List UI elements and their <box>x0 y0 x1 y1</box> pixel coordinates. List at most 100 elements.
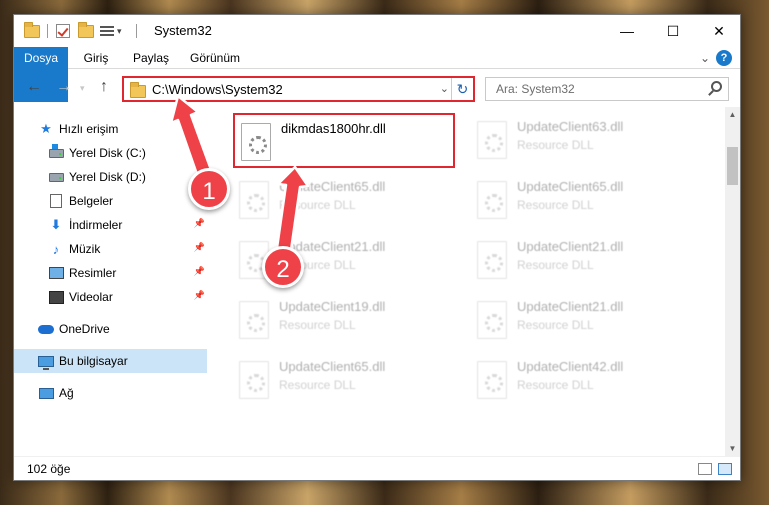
sidebar-item-label: Hızlı erişim <box>59 122 119 136</box>
dll-file-icon <box>477 361 507 399</box>
title-bar: ▾ System32 — ☐ ✕ <box>14 15 740 47</box>
music-icon: ♪ <box>52 241 60 257</box>
sidebar-item-label: Ağ <box>59 386 74 400</box>
refresh-icon[interactable]: ↻ <box>451 78 473 100</box>
scroll-up-icon[interactable]: ▲ <box>725 107 740 122</box>
file-item[interactable]: UpdateClient21.dll Resource DLL <box>471 293 693 348</box>
vertical-scrollbar[interactable]: ▲ ▼ <box>725 107 740 456</box>
forward-arrow-icon[interactable]: → <box>56 78 72 96</box>
sidebar-item-label: Yerel Disk (C:) <box>69 146 146 160</box>
details-view-icon[interactable] <box>698 463 712 475</box>
network-icon <box>38 386 54 400</box>
file-type: Resource DLL <box>517 378 594 392</box>
dll-file-icon <box>239 361 269 399</box>
sidebar-item-local-disk-c[interactable]: Yerel Disk (C:) 📌 <box>14 141 207 165</box>
search-placeholder: Ara: System32 <box>496 82 575 96</box>
file-name: UpdateClient21.dll <box>517 299 624 314</box>
search-icon[interactable] <box>711 81 722 92</box>
step-badge-2: 2 <box>262 246 304 288</box>
sidebar-item-label: Bu bilgisayar <box>59 354 128 368</box>
pin-icon[interactable]: 📌 <box>194 242 205 253</box>
chevron-down-icon[interactable]: ⌄ <box>700 51 710 65</box>
file-explorer-window: ▾ System32 — ☐ ✕ Dosya Giriş Paylaş Görü… <box>13 14 741 481</box>
customize-toolbar-icon[interactable] <box>100 23 116 39</box>
scroll-thumb[interactable] <box>727 147 738 185</box>
file-name: UpdateClient65.dll <box>517 179 624 194</box>
recent-locations-dropdown-icon[interactable]: ▾ <box>80 83 85 94</box>
file-item-dikmdas1800hr[interactable]: dikmdas1800hr.dll <box>233 113 455 168</box>
sidebar-item-onedrive[interactable]: OneDrive <box>14 317 207 341</box>
step-badge-1: 1 <box>188 168 230 210</box>
file-item[interactable]: UpdateClient65.dll Resource DLL <box>233 353 455 408</box>
new-folder-icon[interactable] <box>78 21 94 39</box>
dll-file-icon <box>477 121 507 159</box>
navigation-pane: ★ Hızlı erişim Yerel Disk (C:) 📌 Yerel D… <box>14 111 209 456</box>
file-type: Resource DLL <box>517 198 594 212</box>
sidebar-item-documents[interactable]: Belgeler 📌 <box>14 189 207 213</box>
address-bar[interactable]: C:\Windows\System32 ⌄ ↻ <box>122 76 475 102</box>
dll-file-icon <box>241 123 271 161</box>
quick-access-dropdown-icon[interactable]: ▾ <box>117 23 122 39</box>
folder-icon <box>130 82 146 98</box>
windows-drive-icon <box>48 143 64 160</box>
minimize-button[interactable]: — <box>604 15 650 47</box>
window-title: System32 <box>154 23 212 38</box>
file-item[interactable]: UpdateClient63.dll Resource DLL <box>471 113 693 168</box>
file-item[interactable]: UpdateClient42.dll Resource DLL <box>471 353 693 408</box>
tab-view[interactable]: Görünüm <box>186 47 244 69</box>
pin-icon[interactable]: 📌 <box>194 290 205 301</box>
navigation-bar: ← → ▾ ↑ C:\Windows\System32 ⌄ ↻ Ara: Sys… <box>14 73 740 103</box>
tab-share[interactable]: Paylaş <box>128 47 174 69</box>
sidebar-item-quick-access[interactable]: ★ Hızlı erişim <box>14 117 207 141</box>
pin-icon[interactable]: 📌 <box>194 218 205 229</box>
computer-icon <box>38 354 54 370</box>
file-item[interactable]: UpdateClient21.dll Resource DLL <box>471 233 693 288</box>
sidebar-item-music[interactable]: ♪ Müzik 📌 <box>14 237 207 261</box>
pin-icon[interactable]: 📌 <box>194 266 205 277</box>
properties-check-icon[interactable] <box>56 23 70 39</box>
help-icon[interactable]: ? <box>716 50 732 66</box>
tab-home[interactable]: Giriş <box>76 47 116 69</box>
maximize-button[interactable]: ☐ <box>650 15 696 47</box>
separator <box>47 23 48 39</box>
sidebar-item-this-pc[interactable]: Bu bilgisayar <box>14 349 207 373</box>
up-arrow-icon[interactable]: ↑ <box>100 78 108 96</box>
sidebar-item-label: Videolar <box>69 290 113 304</box>
file-name: UpdateClient21.dll <box>517 239 624 254</box>
file-item[interactable]: UpdateClient65.dll Resource DLL <box>233 173 455 228</box>
sidebar-item-local-disk-d[interactable]: Yerel Disk (D:) 📌 <box>14 165 207 189</box>
dll-file-icon <box>477 181 507 219</box>
file-name: dikmdas1800hr.dll <box>281 121 386 136</box>
sidebar-item-label: OneDrive <box>59 322 110 336</box>
ribbon-tabs: Dosya Giriş Paylaş Görünüm ⌄ ? <box>14 47 740 102</box>
close-button[interactable]: ✕ <box>696 15 742 47</box>
file-type: Resource DLL <box>517 138 594 152</box>
sidebar-item-pictures[interactable]: Resimler 📌 <box>14 261 207 285</box>
dll-file-icon <box>239 181 269 219</box>
sidebar-item-videos[interactable]: Videolar 📌 <box>14 285 207 309</box>
file-item[interactable]: UpdateClient65.dll Resource DLL <box>471 173 693 228</box>
sidebar-item-label: Resimler <box>69 266 117 280</box>
file-type: Resource DLL <box>279 378 356 392</box>
separator <box>136 23 137 39</box>
sidebar-item-label: Yerel Disk (D:) <box>69 170 146 184</box>
scroll-down-icon[interactable]: ▼ <box>725 441 740 456</box>
sidebar-item-network[interactable]: Ağ <box>14 381 207 405</box>
file-type: Resource DLL <box>279 198 356 212</box>
file-item[interactable]: UpdateClient19.dll Resource DLL <box>233 293 455 348</box>
pin-icon[interactable]: 📌 <box>194 146 205 157</box>
document-icon <box>48 194 64 208</box>
search-input[interactable]: Ara: System32 <box>485 77 729 101</box>
folder-icon <box>24 21 40 39</box>
large-icons-view-icon[interactable] <box>718 463 732 475</box>
address-dropdown-icon[interactable]: ⌄ <box>440 82 449 95</box>
sidebar-item-downloads[interactable]: ⬇ İndirmeler 📌 <box>14 213 207 237</box>
sidebar-item-label: Müzik <box>69 242 101 256</box>
back-arrow-icon[interactable]: ← <box>26 78 42 96</box>
file-type: Resource DLL <box>517 318 594 332</box>
file-name: UpdateClient63.dll <box>517 119 624 134</box>
file-name: UpdateClient42.dll <box>517 359 624 374</box>
dll-file-icon <box>477 301 507 339</box>
file-type: Resource DLL <box>517 258 594 272</box>
cloud-icon <box>38 322 54 336</box>
